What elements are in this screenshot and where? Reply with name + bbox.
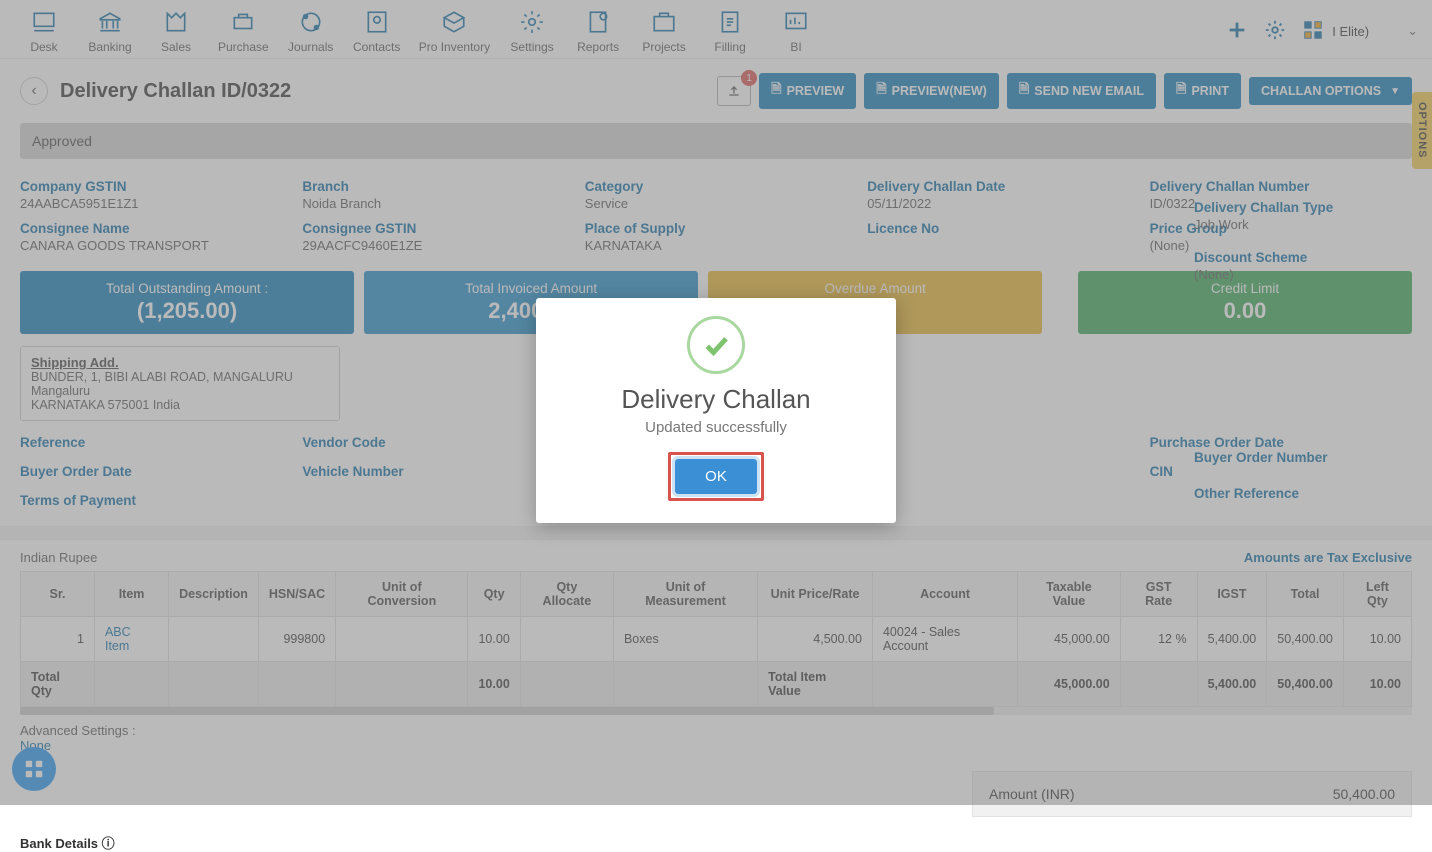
- modal-title: Delivery Challan: [556, 384, 876, 415]
- modal-ok-button[interactable]: OK: [675, 459, 757, 494]
- modal-message: Updated successfully: [556, 419, 876, 436]
- modal-overlay: Delivery Challan Updated successfully OK: [0, 0, 1432, 805]
- bank-details-heading: Bank Details ⓘ: [0, 817, 1432, 852]
- check-circle-icon: [687, 316, 745, 374]
- success-modal: Delivery Challan Updated successfully OK: [536, 298, 896, 523]
- modal-ok-highlight: OK: [668, 452, 764, 501]
